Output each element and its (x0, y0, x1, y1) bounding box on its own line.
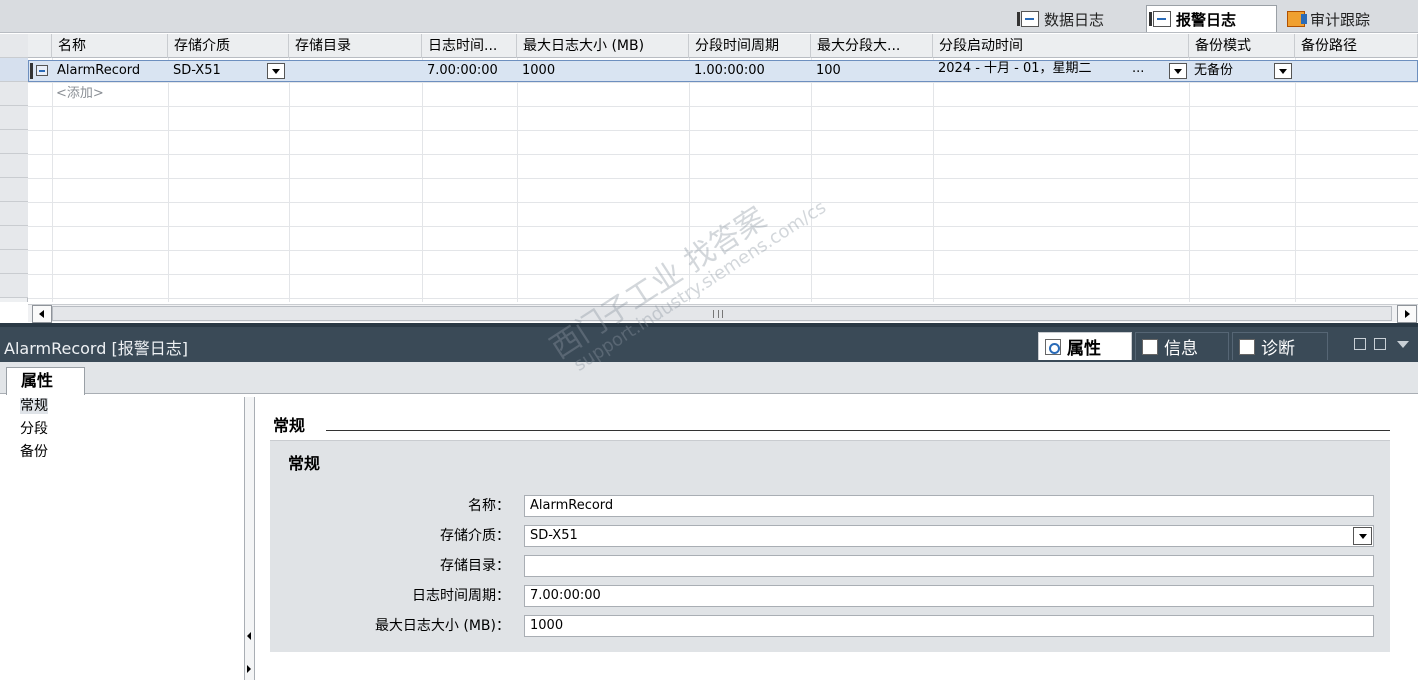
nav-item-general-label: 常规 (20, 398, 48, 414)
cell-log-time-period[interactable]: 7.00:00:00 (422, 61, 517, 81)
log-time-period-field[interactable]: 7.00:00:00 (524, 585, 1374, 607)
cell-name[interactable]: AlarmRecord (52, 61, 168, 81)
tab-info-label: 信息 (1164, 339, 1198, 359)
cell-max-segment-size[interactable]: 100 (811, 61, 933, 81)
nav-item-backup-label: 备份 (20, 444, 48, 460)
column-header-log-time[interactable]: 日志时间... (422, 34, 517, 58)
collapse-chevron-icon[interactable] (1397, 341, 1409, 348)
properties-icon (1045, 338, 1061, 355)
backup-mode-dropdown-icon[interactable] (1274, 63, 1292, 79)
row-header-selected[interactable] (0, 58, 28, 82)
tab-diagnostics-label: 诊断 (1261, 339, 1295, 359)
cell-backup-path[interactable] (1295, 61, 1418, 81)
column-header-storage-medium[interactable]: 存储介质 (168, 34, 289, 58)
log-type-tabbar: 数据日志 报警日志 审计跟踪 (0, 0, 1418, 33)
segment-start-dropdown-icon[interactable] (1169, 63, 1187, 79)
grip-icon (713, 310, 723, 318)
cell-segment-time-period[interactable]: 1.00:00:00 (689, 61, 811, 81)
scroll-right-icon[interactable] (1397, 305, 1417, 323)
general-panel: 常规 名称： AlarmRecord 存储介质： SD-X51 存储目录： 日志… (270, 440, 1390, 652)
restore-window-icon[interactable] (1354, 338, 1366, 350)
column-header-icon (28, 34, 52, 58)
storage-medium-value: SD-X51 (530, 528, 578, 543)
storage-dir-field[interactable] (524, 555, 1374, 577)
segment-start-ellipsis[interactable]: ... (1132, 59, 1144, 79)
tab-data-log[interactable]: 数据日志 (1014, 5, 1142, 32)
storage-dir-label: 存储目录： (440, 558, 510, 574)
column-header-backup-path[interactable]: 备份路径 (1295, 34, 1418, 58)
column-header-segment-period[interactable]: 分段时间周期 (689, 34, 811, 58)
cell-storage-dir[interactable] (289, 61, 422, 81)
log-time-period-label: 日志时间周期： (412, 588, 510, 604)
name-field[interactable]: AlarmRecord (524, 495, 1374, 517)
column-header-segment-start[interactable]: 分段启动时间 (933, 34, 1189, 58)
column-header-max-log-size[interactable]: 最大日志大小 (MB) (517, 34, 689, 58)
tab-properties[interactable]: 属性 (1038, 332, 1132, 360)
tab-audit-trail[interactable]: 审计跟踪 (1280, 5, 1416, 32)
properties-content: 常规 常规 名称： AlarmRecord 存储介质： SD-X51 存储目录：… (256, 395, 1418, 680)
column-header-storage-dir[interactable]: 存储目录 (289, 34, 422, 58)
scroll-left-icon[interactable] (32, 305, 52, 323)
storage-medium-dropdown-arrow-icon[interactable] (1353, 527, 1372, 545)
cell-backup-mode[interactable]: 无备份 (1189, 61, 1274, 81)
properties-tabbar: 属性 (0, 362, 1418, 395)
info-icon (1142, 338, 1158, 355)
properties-nav: 常规 分段 备份 (0, 395, 246, 680)
nav-item-segment[interactable]: 分段 (0, 418, 246, 441)
storage-medium-dropdown-icon[interactable] (267, 63, 285, 79)
column-header-max-segment-size[interactable]: 最大分段大... (811, 34, 933, 58)
data-log-icon (1017, 11, 1039, 27)
table-header: 名称 存储介质 存储目录 日志时间... 最大日志大小 (MB) 分段时间周期 … (28, 34, 1418, 58)
nav-item-segment-label: 分段 (20, 421, 48, 437)
nav-item-backup[interactable]: 备份 (0, 441, 246, 464)
section-header: 常规 (273, 416, 306, 435)
cell-storage-medium[interactable]: SD-X51 (168, 61, 268, 81)
audit-trail-icon (1287, 11, 1307, 27)
collapse-left-icon[interactable] (247, 632, 251, 640)
tab-properties-inner[interactable]: 属性 (6, 367, 85, 395)
tab-info[interactable]: 信息 (1135, 332, 1229, 360)
diagnostics-icon (1239, 338, 1255, 355)
inspector-titlebar: AlarmRecord [报警日志] 属性 信息 诊断 (0, 327, 1418, 362)
storage-medium-select[interactable]: SD-X51 (524, 525, 1374, 547)
tab-alarm-log-label: 报警日志 (1176, 10, 1237, 29)
panel-title: 常规 (288, 454, 321, 473)
alarm-record-icon (30, 63, 50, 79)
table-body: AlarmRecord SD-X51 7.00:00:00 1000 1.00:… (28, 58, 1418, 302)
nav-splitter[interactable] (244, 397, 255, 680)
storage-medium-label: 存储介质： (440, 528, 510, 544)
name-label: 名称： (468, 498, 510, 514)
scrollbar-thumb[interactable] (52, 306, 1392, 321)
cell-segment-start-time[interactable]: 2024 - 十月 - 01，星期二 (933, 59, 1133, 79)
max-log-size-label: 最大日志大小 (MB)： (374, 618, 510, 634)
inspector-title: AlarmRecord [报警日志] (4, 339, 188, 358)
alarm-log-icon (1149, 11, 1171, 27)
cell-max-log-size[interactable]: 1000 (517, 61, 689, 81)
tab-data-log-label: 数据日志 (1044, 10, 1105, 29)
column-header-backup-mode[interactable]: 备份模式 (1189, 34, 1295, 58)
alarm-log-table: 名称 存储介质 存储目录 日志时间... 最大日志大小 (MB) 分段时间周期 … (0, 34, 1418, 302)
tab-audit-trail-label: 审计跟踪 (1310, 10, 1371, 29)
column-header-name[interactable]: 名称 (52, 34, 168, 58)
tab-diagnostics[interactable]: 诊断 (1232, 332, 1328, 360)
add-row-link[interactable]: <添加> (56, 84, 104, 104)
horizontal-scrollbar[interactable] (28, 304, 1418, 323)
expand-right-icon[interactable] (247, 665, 251, 673)
row-header-column (0, 34, 28, 302)
maximize-window-icon[interactable] (1374, 338, 1386, 350)
tab-properties-label: 属性 (1067, 339, 1101, 359)
tab-alarm-log[interactable]: 报警日志 (1146, 5, 1277, 32)
section-divider (326, 430, 1390, 431)
max-log-size-field[interactable]: 1000 (524, 615, 1374, 637)
nav-item-general[interactable]: 常规 (0, 395, 246, 418)
